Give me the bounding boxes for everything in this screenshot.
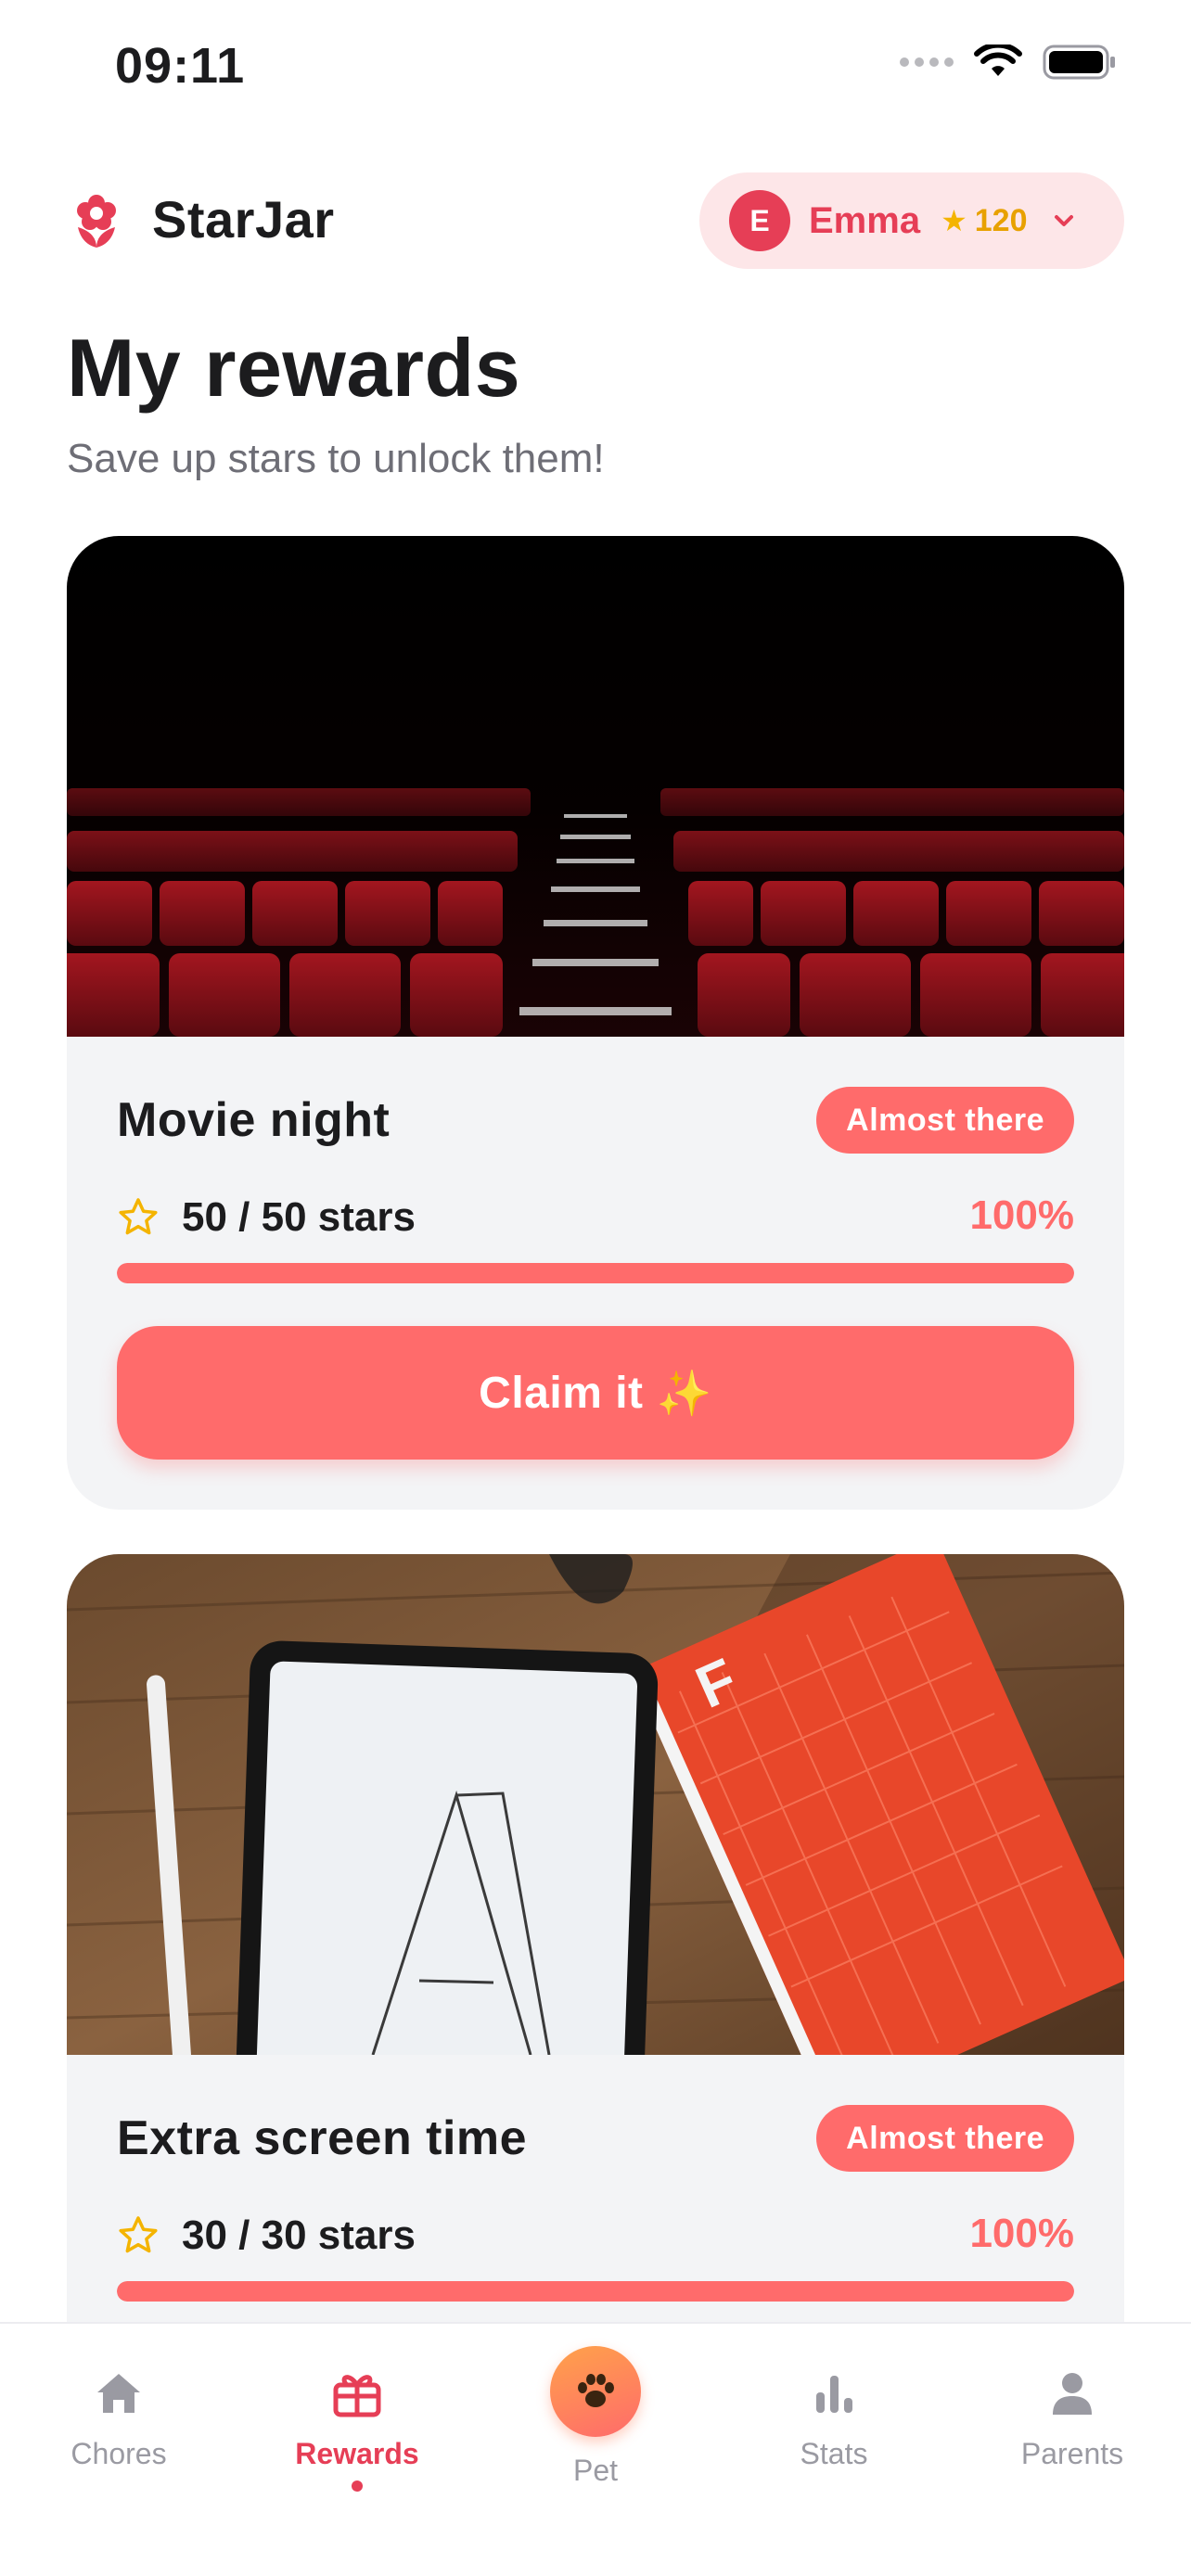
active-indicator bbox=[352, 2480, 363, 2492]
profile-star-count: 120 bbox=[974, 202, 1028, 238]
progress-fill bbox=[117, 1263, 1074, 1283]
progress-bar bbox=[117, 2281, 1074, 2302]
star-outline-icon bbox=[119, 2216, 158, 2253]
stars-progress-row: 50 / 50 stars bbox=[117, 1194, 416, 1241]
claim-button-label: Claim it bbox=[479, 1368, 644, 1418]
stars-count: 30 / 30 stars bbox=[182, 2213, 416, 2258]
chevron-down-icon bbox=[1055, 215, 1074, 226]
tab-stats[interactable]: Stats bbox=[715, 2324, 953, 2509]
app-name: StarJar bbox=[152, 190, 335, 249]
sparkles-icon: ✨ bbox=[656, 1369, 712, 1419]
bar-chart-icon bbox=[816, 2376, 852, 2413]
progress-fill bbox=[117, 2281, 1074, 2302]
cellular-signal-icon bbox=[900, 57, 954, 67]
avatar: E bbox=[729, 190, 790, 251]
battery-icon bbox=[1043, 45, 1115, 80]
progress-percent: 100% bbox=[969, 2211, 1074, 2256]
status-badge: Almost there bbox=[816, 2105, 1074, 2172]
reward-card: Movie night Almost there 50 / 50 stars 1… bbox=[67, 536, 1124, 1510]
tab-label: Chores bbox=[70, 2437, 167, 2470]
tab-label: Stats bbox=[800, 2437, 868, 2470]
brand: StarJar bbox=[67, 189, 335, 249]
wifi-icon bbox=[974, 45, 1022, 76]
tab-rewards[interactable]: Rewards bbox=[238, 2324, 476, 2509]
progress-percent: 100% bbox=[969, 1192, 1074, 1238]
person-icon bbox=[1053, 2373, 1092, 2415]
pet-button bbox=[550, 2346, 641, 2437]
page-subtitle: Save up stars to unlock them! bbox=[67, 436, 605, 481]
tab-label: Parents bbox=[1020, 2437, 1124, 2470]
status-icons bbox=[900, 45, 1117, 80]
status-badge: Almost there bbox=[816, 1087, 1074, 1154]
star-outline-icon bbox=[119, 1198, 158, 1235]
tab-parents[interactable]: Parents bbox=[954, 2324, 1191, 2509]
claim-button[interactable]: Claim it ✨ bbox=[117, 1326, 1074, 1460]
profile-switcher[interactable]: E Emma ★ 120 bbox=[699, 172, 1124, 269]
app-header: StarJar E Emma ★ 120 bbox=[67, 172, 1124, 269]
paw-icon bbox=[578, 2374, 614, 2407]
tab-chores[interactable]: Chores bbox=[0, 2324, 237, 2509]
tab-label: Pet bbox=[572, 2454, 619, 2487]
stars-count: 50 / 50 stars bbox=[182, 1194, 416, 1240]
progress-bar bbox=[117, 1263, 1074, 1283]
home-icon bbox=[97, 2374, 140, 2413]
tab-bar: Chores Rewards Pet Stats Parents bbox=[0, 2322, 1191, 2576]
status-bar: 09:11 bbox=[0, 0, 1191, 139]
stars-progress-row: 30 / 30 stars bbox=[117, 2213, 416, 2259]
reward-title: Extra screen time bbox=[117, 2111, 528, 2165]
tab-label: Rewards bbox=[295, 2437, 419, 2470]
tab-pet[interactable]: Pet bbox=[477, 2324, 714, 2509]
reward-image-tablet: F bbox=[67, 1554, 1124, 2055]
reward-image-cinema bbox=[67, 536, 1124, 1037]
status-time: 09:11 bbox=[115, 38, 246, 94]
page-title: My rewards bbox=[67, 322, 521, 414]
profile-name: Emma bbox=[809, 199, 921, 241]
flower-logo-icon bbox=[77, 194, 116, 248]
reward-title: Movie night bbox=[117, 1093, 391, 1147]
gift-icon bbox=[333, 2375, 381, 2417]
star-icon: ★ bbox=[941, 204, 967, 237]
